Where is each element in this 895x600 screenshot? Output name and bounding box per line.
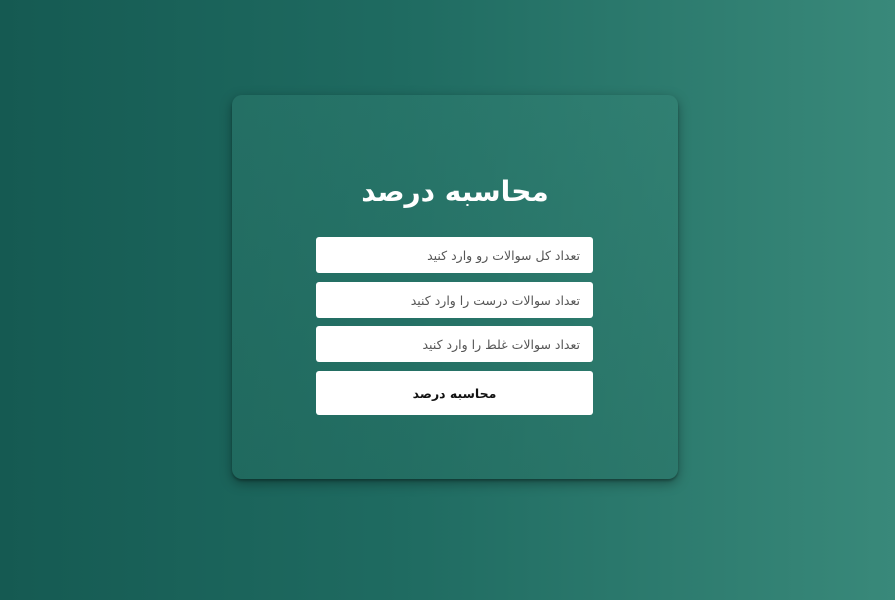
page-title: محاسبه درصد	[361, 175, 549, 208]
total-questions-input[interactable]	[316, 237, 593, 273]
correct-questions-input[interactable]	[316, 282, 593, 318]
wrong-questions-input[interactable]	[316, 326, 593, 362]
calculate-percent-button[interactable]: محاسبه درصد	[316, 371, 593, 415]
calculator-card: محاسبه درصد محاسبه درصد	[232, 95, 678, 479]
